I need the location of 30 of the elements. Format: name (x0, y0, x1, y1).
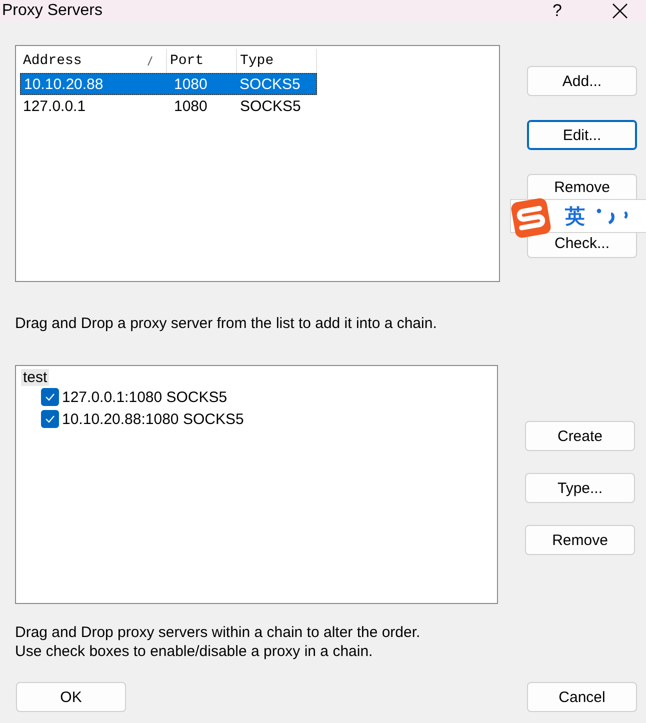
dialog-button[interactable]: Remove (525, 525, 635, 555)
dialog-button[interactable]: Create (525, 421, 635, 451)
check-icon (44, 414, 56, 424)
input-mode[interactable]: 英 (565, 202, 585, 230)
window-title: Proxy Servers (2, 2, 104, 20)
table-cell-text: 1080 (172, 76, 208, 92)
proxy-row[interactable]: 10.10.20.88 1080 SOCKS5 (20, 73, 317, 95)
check-icon (44, 392, 56, 402)
chain-item[interactable]: test (21, 369, 50, 386)
hint-text: Drag and Drop a proxy server from the list to add it into a chain. (15, 315, 438, 333)
proxy-entry[interactable]: 10.10.20.88:1080 SOCKS5 (62, 410, 244, 428)
hint-text: Drag and Drop proxy servers within a chain to alter the order. (15, 623, 422, 642)
dialog-button[interactable]: Add... (527, 66, 637, 96)
proxy-row[interactable]: 127.0.0.1 1080 SOCKS5 (20, 95, 317, 117)
table-cell-text: SOCKS5 (239, 98, 302, 114)
dialog-button[interactable]: Type... (525, 473, 635, 503)
dialog-button[interactable]: Edit... (527, 120, 637, 150)
proxy-entry[interactable]: 127.0.0.1:1080 SOCKS5 (62, 388, 228, 406)
dialog-button[interactable]: OK (16, 682, 126, 712)
close-icon[interactable] (612, 3, 628, 19)
help-button[interactable]: ? (552, 1, 562, 21)
hint-text: Use check boxes to enable/disable a proxy in a chain. (15, 642, 374, 661)
checkbox[interactable] (41, 410, 59, 428)
dialog-button[interactable]: Cancel (527, 682, 637, 712)
punctuation-icon[interactable] (595, 206, 629, 226)
table-cell-text: 1080 (173, 98, 208, 114)
table-cell-text: 10.10.20.88 (23, 76, 104, 92)
checkbox[interactable] (41, 388, 59, 406)
table-cell-text: SOCKS5 (238, 76, 302, 92)
table-cell-text: 127.0.0.1 (22, 98, 87, 114)
